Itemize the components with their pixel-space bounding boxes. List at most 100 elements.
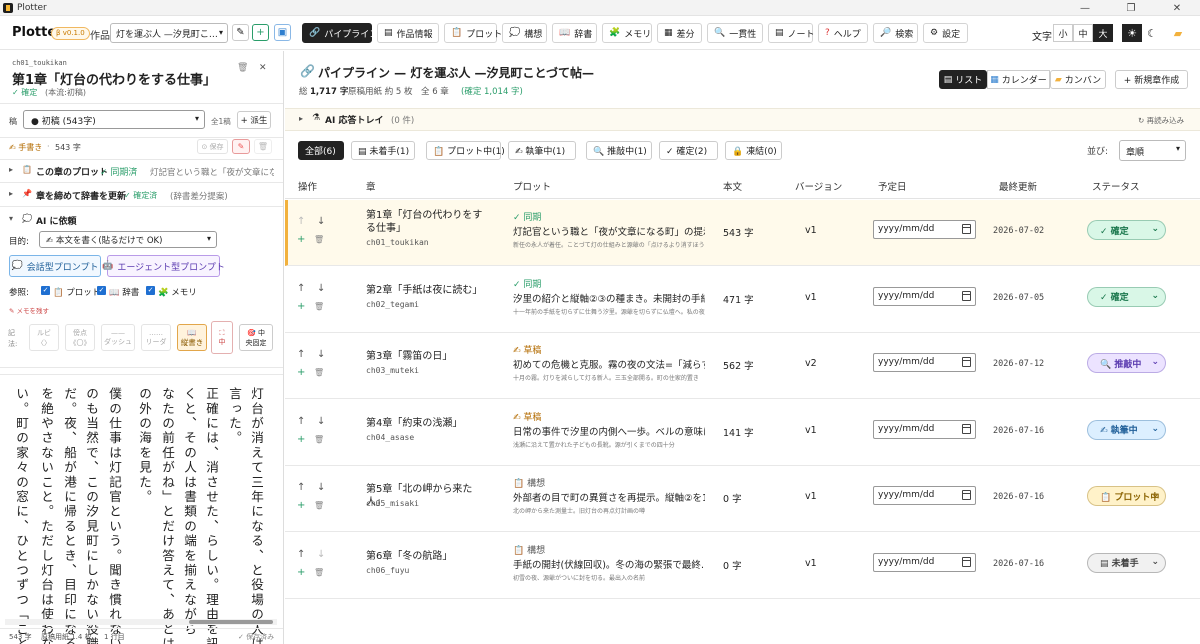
- move-up-icon[interactable]: ↑: [297, 349, 305, 360]
- close-editor-button[interactable]: ✕: [259, 63, 267, 73]
- add-icon[interactable]: +: [297, 434, 305, 445]
- font-size-medium[interactable]: 中: [1073, 24, 1093, 42]
- chapter-title-link[interactable]: 第2章「手紙は夜に読む」: [366, 284, 486, 297]
- font-size-large[interactable]: 大: [1093, 24, 1113, 42]
- manuscript-line[interactable]: なたの前任がね」とだけ答えて、あとは窓: [158, 387, 176, 644]
- status-select[interactable]: ▤ 未着手 ⌄: [1087, 552, 1166, 573]
- move-down-icon[interactable]: ↓: [317, 216, 325, 227]
- trash-icon[interactable]: 🗑: [314, 501, 324, 510]
- center-fixed-toggle[interactable]: 🎯 中央固定: [239, 324, 273, 351]
- chapter-title-link[interactable]: 第1章「灯台の代わりをする仕事」: [366, 209, 486, 235]
- work-select[interactable]: 灯を運ぶ人 —汐見町こ… ▾: [110, 23, 228, 43]
- table-row[interactable]: ↑ ↓ + 🗑 第6章「冬の航路」 ch06_fuyu 📋 構想 手紙の開封(伏線回収)。冬の…: [285, 532, 1200, 599]
- dark-theme-button[interactable]: ☾: [1142, 24, 1162, 42]
- tab-concept[interactable]: 💭 構想: [502, 23, 547, 43]
- purpose-select[interactable]: ✍ 本文を書く(貼るだけで OK) ▾: [39, 231, 217, 248]
- filter-all[interactable]: 全部(6): [298, 141, 344, 160]
- move-up-icon[interactable]: ↑: [297, 549, 305, 560]
- filter-plotting[interactable]: 📋 プロット中(1): [426, 141, 505, 160]
- status-select[interactable]: 📋 プロット中 ⌄: [1087, 486, 1166, 506]
- add-icon[interactable]: +: [297, 301, 305, 312]
- calendar-icon[interactable]: [962, 490, 971, 500]
- derive-version-button[interactable]: + 派生: [237, 111, 271, 129]
- minimize-button[interactable]: —: [1062, 0, 1108, 16]
- ref-dictionary-checkbox[interactable]: ✓: [97, 286, 106, 295]
- tab-search[interactable]: 🔎 検索: [873, 23, 918, 43]
- table-row[interactable]: ↑ ↓ + 🗑 第4章「約束の浅瀬」 ch04_asase ✍ 草稿 日常の事件で汐里の内側へ…: [285, 399, 1200, 466]
- tab-help[interactable]: ? ヘルプ: [818, 23, 868, 43]
- manuscript-line[interactable]: 灯台が消えて三年になる、と役場の人は: [247, 387, 265, 644]
- memo-link[interactable]: ✎ メモを残す: [9, 305, 49, 315]
- due-date-input[interactable]: yyyy/mm/dd: [873, 286, 976, 306]
- chapter-title-link[interactable]: 第6章「冬の航路」: [366, 550, 486, 563]
- edit-button[interactable]: ✎: [232, 139, 250, 154]
- trash-icon[interactable]: 🗑: [314, 435, 324, 444]
- add-work-button[interactable]: +: [252, 24, 269, 41]
- reload-button[interactable]: ↻ 再読み込み: [1138, 115, 1184, 126]
- due-date-input[interactable]: yyyy/mm/dd: [873, 353, 976, 372]
- ai-response-tray[interactable]: [285, 108, 1200, 131]
- trash-icon[interactable]: 🗑: [314, 302, 324, 311]
- move-up-icon[interactable]: ↑: [297, 283, 305, 294]
- move-down-icon[interactable]: ↓: [317, 482, 325, 493]
- due-date-input[interactable]: yyyy/mm/dd: [873, 552, 976, 572]
- manuscript-line[interactable]: 正確には、消させた、らしい。理由を訊: [202, 387, 220, 644]
- agent-prompt-button[interactable]: 🤖 エージェント型プロンプト: [102, 255, 225, 277]
- plot-section-title[interactable]: この章のプロット: [36, 165, 108, 178]
- tab-notes[interactable]: ▤ ノート: [768, 23, 815, 43]
- manuscript-line[interactable]: くと、その人は書類の端を揃えながら「あ: [180, 387, 198, 644]
- status-select[interactable]: ✍ 執筆中 ⌄: [1087, 419, 1166, 440]
- emphasis-dot-button[interactable]: 傍点 《〇》: [65, 324, 95, 351]
- calendar-icon[interactable]: [962, 423, 971, 434]
- save-button[interactable]: ⊙ 保存: [197, 139, 228, 154]
- scrollbar-thumb[interactable]: [189, 620, 273, 624]
- move-down-icon[interactable]: ↓: [317, 416, 325, 427]
- calendar-icon[interactable]: [962, 290, 971, 301]
- table-row[interactable]: ↑ ↓ + 🗑 第2章「手紙は夜に読む」 ch02_tegami ✓ 同期 汐里の紹介と縦軸②…: [285, 266, 1200, 333]
- filter-confirmed[interactable]: ✓ 確定(2): [659, 141, 718, 160]
- tab-settings[interactable]: ⚙ 設定: [923, 23, 968, 43]
- ref-plot-checkbox[interactable]: ✓: [41, 286, 50, 295]
- plot-summary[interactable]: 灯記官という職と「夜が文章になる町」の提示。源爺…: [513, 224, 705, 238]
- tab-plot[interactable]: 📋 プロット: [444, 23, 502, 43]
- table-row[interactable]: ↑ ↓ + 🗑 第5章「北の岬から来た人」 ch05_misaki 📋 構想 外部者の目で町の…: [285, 466, 1200, 532]
- version-select[interactable]: ● 初稿 (543字) ▾: [23, 110, 205, 129]
- plot-summary[interactable]: 外部者の目で町の異質さを再提示。縦軸②を1滴: [513, 490, 705, 504]
- tab-consistency[interactable]: 🔍 一貫性: [707, 23, 763, 43]
- sort-select[interactable]: 章順 ▾: [1119, 140, 1186, 161]
- add-icon[interactable]: +: [297, 234, 305, 245]
- folder-button[interactable]: ▰: [1168, 24, 1188, 42]
- calendar-icon[interactable]: [962, 556, 971, 567]
- manuscript-line[interactable]: のも当然で、この汐見町にしかない役職: [82, 387, 100, 644]
- close-window-button[interactable]: ✕: [1154, 0, 1200, 16]
- trash-icon[interactable]: 🗑: [314, 568, 324, 577]
- tab-dictionary[interactable]: 📖 辞書: [552, 23, 597, 43]
- status-select[interactable]: ✓ 確定 ⌄: [1087, 220, 1166, 240]
- dash-button[interactable]: —— ダッシュ: [101, 324, 135, 351]
- status-select[interactable]: 🔍 推敲中 ⌄: [1087, 353, 1166, 373]
- plot-summary[interactable]: 手紙の開封(伏線回収)。冬の海の緊張で最終…: [513, 557, 705, 571]
- leader-button[interactable]: …… リーダ: [141, 324, 171, 351]
- add-icon[interactable]: +: [297, 567, 305, 578]
- filter-writing[interactable]: ✍ 執筆中(1): [508, 141, 576, 160]
- view-kanban-button[interactable]: ▰ カンバン: [1050, 70, 1106, 89]
- table-row[interactable]: ↑ ↓ + 🗑 第1章「灯台の代わりをする仕事」 ch01_toukikan ✓ 同期 灯記官…: [285, 200, 1200, 266]
- manuscript-line[interactable]: い。町の家々の窓に、ひとつずつ「ことづ: [12, 387, 30, 644]
- dictionary-section-title[interactable]: 章を締めて辞書を更新: [36, 189, 126, 202]
- manuscript-line[interactable]: を絶やさないこと。ただし灯台は使わな: [37, 387, 55, 644]
- new-chapter-button[interactable]: + 新規章作成: [1115, 70, 1188, 89]
- add-icon[interactable]: +: [297, 500, 305, 511]
- move-up-icon[interactable]: ↑: [297, 416, 305, 427]
- tab-memory[interactable]: 🧩 メモリ: [602, 23, 652, 43]
- due-date-input[interactable]: yyyy/mm/dd: [873, 220, 976, 239]
- maximize-button[interactable]: ❐: [1108, 0, 1154, 16]
- filter-review[interactable]: 🔍 推敲中(1): [586, 141, 652, 160]
- tab-work-info[interactable]: ▤ 作品情報: [377, 23, 439, 43]
- light-theme-button[interactable]: ☀: [1122, 24, 1142, 42]
- plot-summary[interactable]: 初めての危機と克服。霧の夜の文法=「減らす」で凄…: [513, 357, 705, 371]
- manuscript-line[interactable]: だ。夜、船が港に帰るとき、目印になる光: [60, 387, 78, 644]
- edit-work-button[interactable]: ✎: [232, 24, 249, 41]
- view-list-button[interactable]: ▤ リスト: [939, 70, 987, 89]
- chat-prompt-button[interactable]: 💭 会話型プロンプト: [9, 255, 101, 277]
- manuscript-line[interactable]: 言った。: [225, 387, 243, 446]
